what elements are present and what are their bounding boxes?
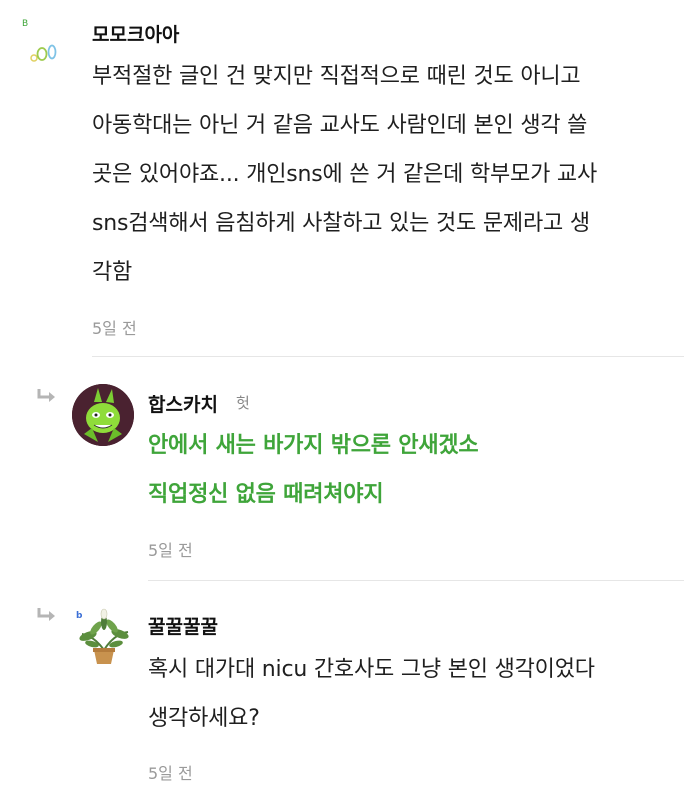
plant-avatar-icon[interactable]: b — [74, 606, 134, 668]
comment-line: sns검색해서 음침하게 사찰하고 있는 것도 문제라고 생 — [92, 211, 590, 236]
comment-timestamp: 5일 전 — [148, 541, 193, 560]
comment-timestamp: 5일 전 — [92, 319, 137, 338]
reply-arrow-icon — [36, 607, 58, 623]
comment-body: 안에서 새는 바가지 밖으론 안새겠소 직업정신 없음 때려쳐야지 — [148, 421, 479, 519]
comment-line: 직업정신 없음 때려쳐야지 — [148, 482, 384, 507]
comment-body: 혹시 대가대 nicu 간호사도 그냥 본인 생각이었다 생각하세요? — [148, 645, 595, 743]
comment-line: 각함 — [92, 260, 133, 285]
comment-line: 아동학대는 아닌 거 같음 교사도 사람인데 본인 생각 쓸 — [92, 113, 588, 138]
bubbles-avatar-icon[interactable]: B — [20, 14, 70, 66]
comment-username[interactable]: 모모크아아 — [92, 20, 179, 47]
comment-username[interactable]: 합스카치 — [148, 390, 218, 417]
comment-line: 안에서 새는 바가지 밖으론 안새겠소 — [148, 433, 479, 458]
svg-text:B: B — [22, 19, 28, 29]
green-character-avatar[interactable] — [72, 384, 134, 446]
comment-body: 부적절한 글인 건 맞지만 직접적으로 때린 것도 아니고 아동학대는 아닌 거… — [92, 52, 597, 297]
user-badge: 헛 — [236, 394, 250, 412]
comment-username[interactable]: 꿀꿀꿀꿀 — [148, 612, 218, 639]
comment-line: 혹시 대가대 nicu 간호사도 그냥 본인 생각이었다 — [148, 657, 595, 682]
comment-divider — [92, 356, 684, 357]
comment-line: 생각하세요? — [148, 706, 260, 731]
reply-arrow-icon — [36, 388, 58, 404]
svg-text:b: b — [76, 611, 83, 621]
comment-divider — [148, 580, 684, 581]
comment-timestamp: 5일 전 — [148, 764, 193, 783]
comment-line: 부적절한 글인 건 맞지만 직접적으로 때린 것도 아니고 — [92, 64, 581, 89]
comment-line: 곳은 있어야죠... 개인sns에 쓴 거 같은데 학부모가 교사 — [92, 162, 598, 187]
